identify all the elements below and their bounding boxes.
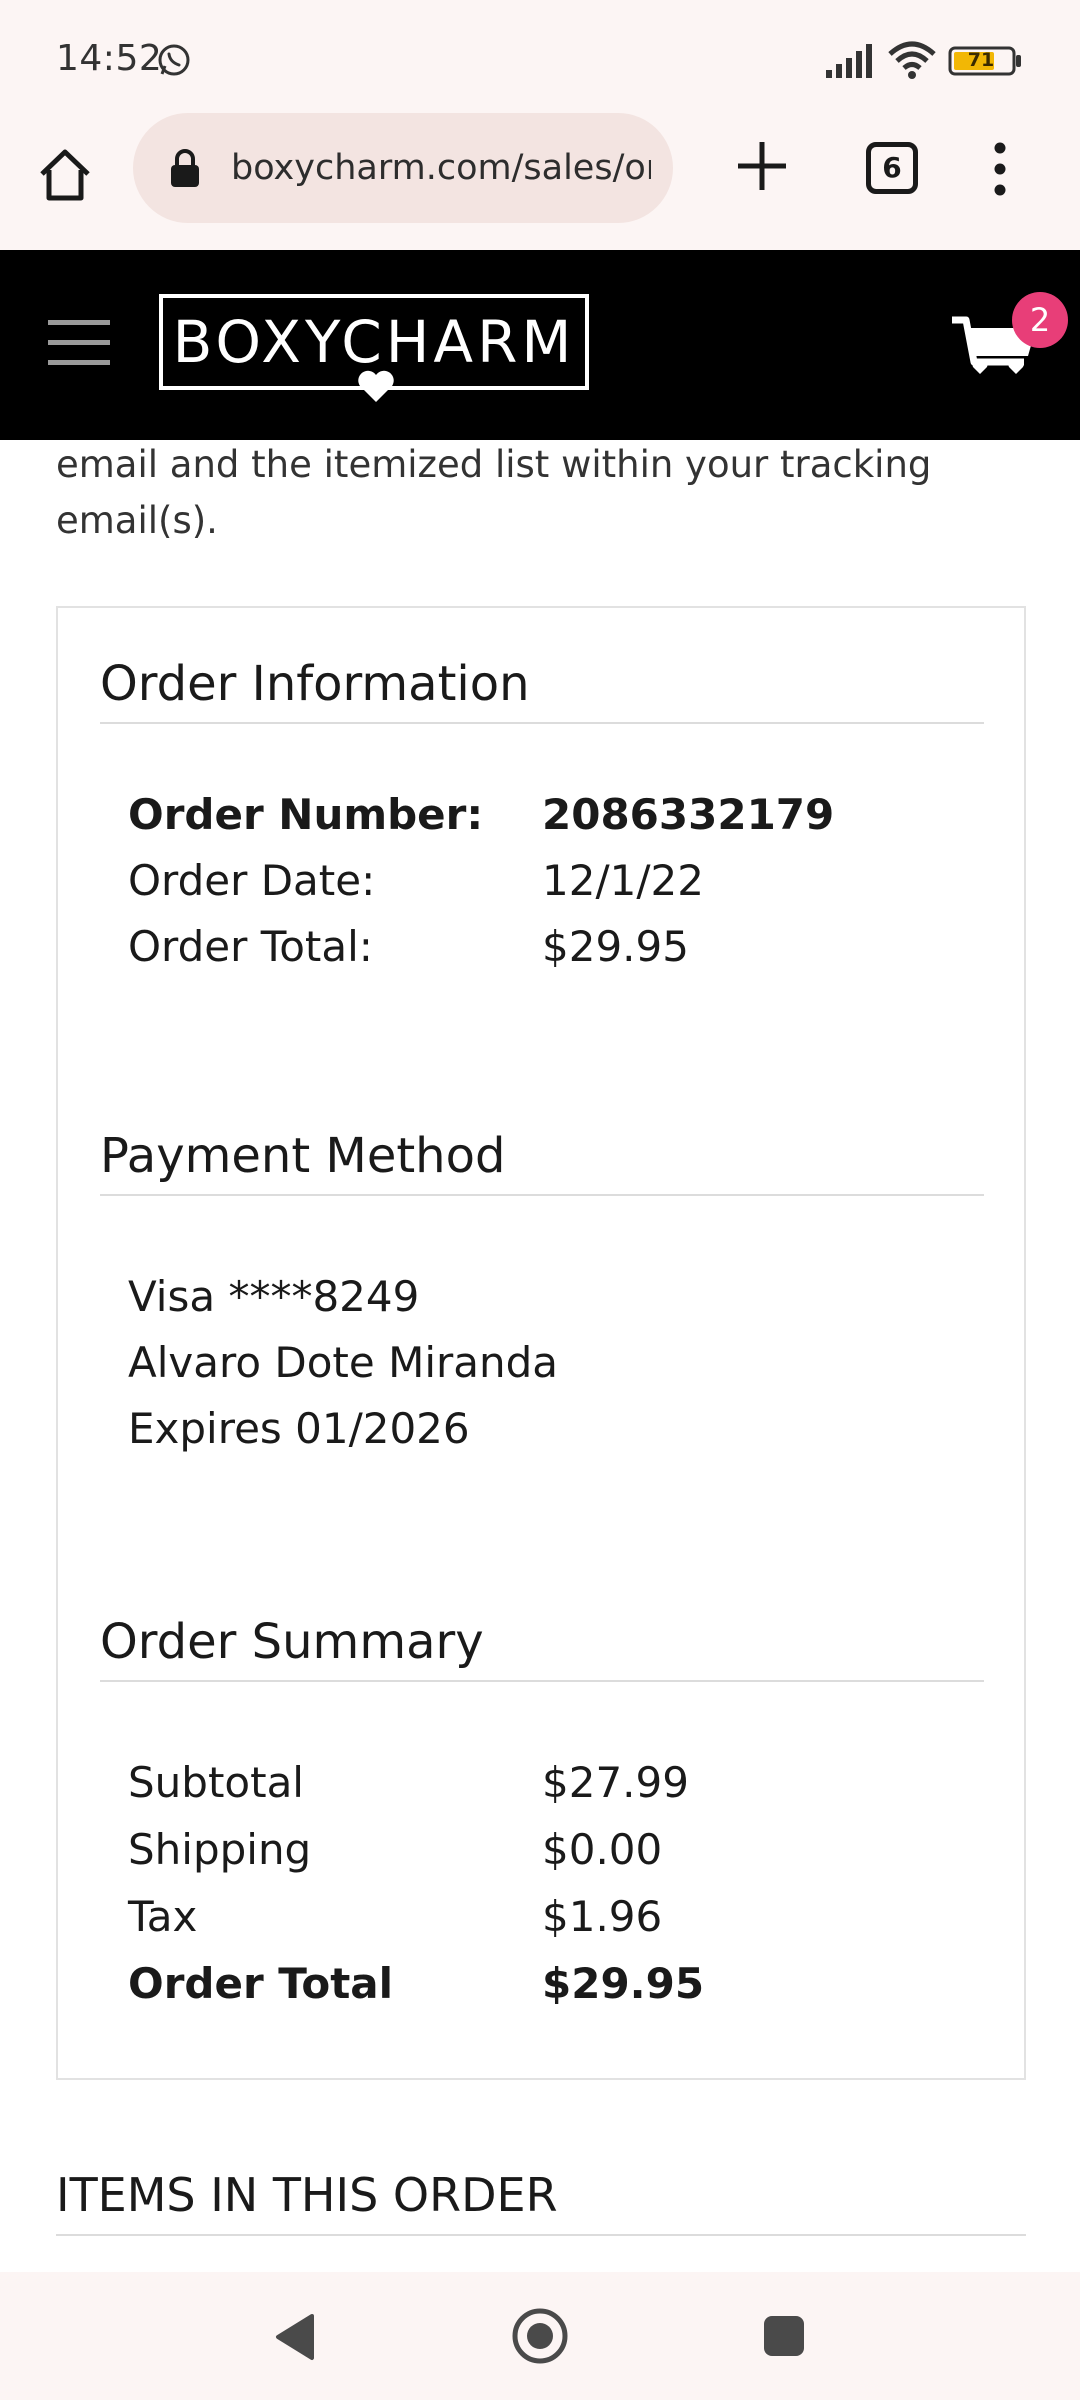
battery-level: 71 [967, 49, 995, 71]
home-circle-icon[interactable] [510, 2306, 570, 2366]
order-date-label: Order Date: [128, 856, 376, 905]
site-header: BOXYCHARM [0, 250, 1080, 440]
items-in-order-heading: ITEMS IN THIS ORDER [56, 2168, 1026, 2236]
recents-icon[interactable] [762, 2314, 806, 2358]
back-icon[interactable] [272, 2312, 318, 2362]
lock-icon [171, 149, 199, 187]
subtotal-value: $27.99 [542, 1758, 689, 1807]
order-total-label: Order Total: [128, 922, 373, 971]
order-number-value: 2086332179 [542, 790, 835, 839]
more-vert-icon[interactable] [990, 142, 1010, 196]
payment-cardholder: Alvaro Dote Miranda [128, 1338, 559, 1387]
page: 14:52 71 boxycharm.com/sales/o 6 BOXYCHA… [0, 0, 1080, 2400]
url-text[interactable]: boxycharm.com/sales/order/view/ [231, 143, 651, 193]
order-information-title: Order Information [100, 656, 984, 724]
order-summary-title: Order Summary [100, 1614, 984, 1682]
shipping-value: $0.00 [542, 1825, 663, 1874]
heart-icon [358, 370, 394, 402]
summary-total-label: Order Total [128, 1959, 394, 2008]
navigation-bar [0, 2272, 1080, 2400]
whatsapp-icon [158, 44, 190, 76]
address-bar[interactable]: boxycharm.com/sales/order/view/ [133, 113, 673, 223]
cart-count-badge: 2 [1012, 292, 1068, 348]
status-time: 14:52 [56, 38, 163, 79]
payment-method-title: Payment Method [100, 1128, 984, 1196]
status-bar: 14:52 71 [0, 0, 1080, 118]
tax-value: $1.96 [542, 1892, 663, 1941]
home-icon[interactable] [36, 146, 94, 204]
shipping-label: Shipping [128, 1825, 312, 1874]
order-total-value: $29.95 [542, 922, 689, 971]
site-logo[interactable]: BOXYCHARM [159, 294, 589, 402]
subtotal-label: Subtotal [128, 1758, 304, 1807]
payment-card: Visa ****8249 [128, 1272, 420, 1321]
summary-total-value: $29.95 [542, 1959, 705, 2008]
signal-icon [826, 44, 872, 78]
order-details-card: Order Information Order Number: 20863321… [56, 606, 1026, 2080]
tax-label: Tax [128, 1892, 198, 1941]
hamburger-icon[interactable] [48, 318, 110, 368]
plus-icon[interactable] [734, 138, 790, 194]
intro-text: email and the itemized list within your … [56, 443, 932, 542]
order-date-value: 12/1/22 [542, 856, 704, 905]
order-number-label: Order Number: [128, 790, 484, 839]
tab-switcher-button[interactable]: 6 [866, 142, 918, 194]
payment-expiry: Expires 01/2026 [128, 1404, 470, 1453]
wifi-icon [888, 41, 936, 79]
